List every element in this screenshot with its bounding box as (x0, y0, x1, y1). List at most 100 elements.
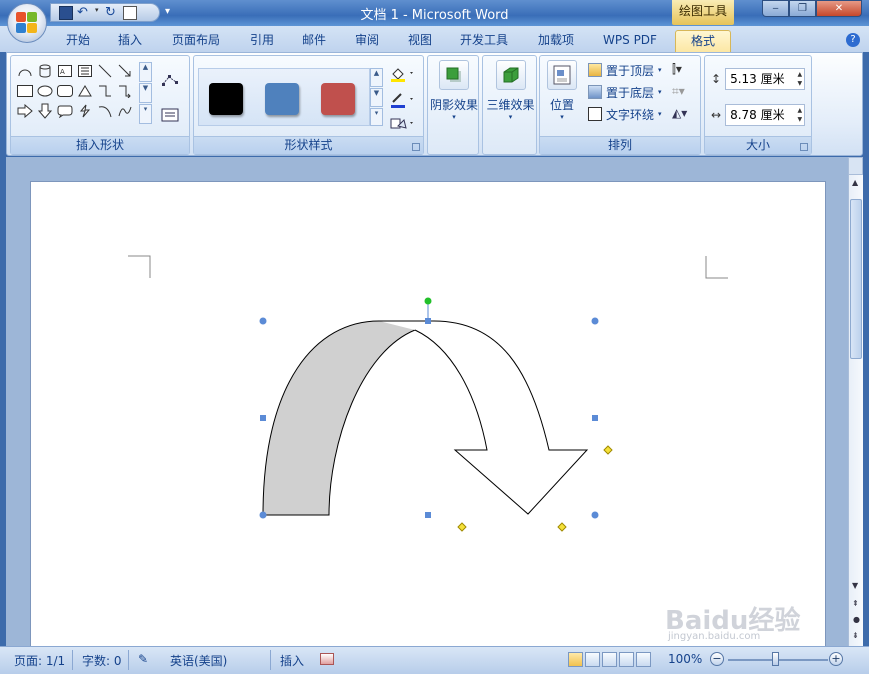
shape-height-input[interactable]: 5.13 厘米 ▲ ▼ (725, 68, 806, 90)
tab-mailings[interactable]: 邮件 (294, 30, 334, 52)
arc-shape-icon[interactable] (15, 61, 35, 81)
status-bar: 页面: 1/1 字数: 0 ✎ 英语(美国) 插入 100% − + (0, 646, 869, 674)
tab-review[interactable]: 审阅 (347, 30, 387, 52)
lightning-shape-icon[interactable] (75, 101, 95, 121)
shape-styles-launcher-icon[interactable] (412, 143, 420, 151)
text-wrap-button[interactable]: 文字环绕 ▾ (588, 104, 662, 124)
shapes-scroll-up[interactable]: ▲ (139, 62, 152, 82)
help-icon[interactable]: ? (846, 33, 860, 47)
bring-to-front-button[interactable]: 置于顶层 ▾ (588, 60, 662, 80)
tab-view[interactable]: 视图 (400, 30, 440, 52)
textbox-shape-icon[interactable]: A (55, 61, 75, 81)
status-page[interactable]: 页面: 1/1 (14, 652, 65, 669)
styles-more[interactable]: ▾ (370, 108, 383, 126)
callout-shape-icon[interactable] (55, 101, 75, 121)
cylinder-shape-icon[interactable] (35, 61, 55, 81)
status-word-count[interactable]: 字数: 0 (82, 652, 122, 669)
shape-width-input[interactable]: 8.78 厘米 ▲ ▼ (725, 104, 806, 126)
shapes-scroll-down[interactable]: ▼ (139, 83, 152, 103)
change-shape-icon[interactable] (390, 116, 416, 135)
web-layout-view-icon[interactable] (602, 652, 617, 667)
freeform-shape-icon[interactable] (115, 101, 135, 121)
shapes-more[interactable]: ▾ (139, 104, 152, 124)
close-button[interactable]: ✕ (816, 0, 862, 17)
full-screen-reading-view-icon[interactable] (585, 652, 600, 667)
shape-style-gallery[interactable] (198, 68, 370, 126)
prev-page-icon[interactable]: ⇞ (852, 599, 859, 608)
vertical-scroll-thumb[interactable] (850, 199, 862, 359)
scroll-down-arrow-icon[interactable]: ▼ (852, 581, 858, 590)
size-launcher-icon[interactable] (800, 143, 808, 151)
position-button[interactable]: 位置 ▾ (542, 60, 582, 121)
styles-scroll-up[interactable]: ▲ (370, 68, 383, 87)
draft-view-icon[interactable] (636, 652, 651, 667)
group-objects-icon[interactable]: ⌗▾ (672, 84, 685, 99)
triangle-shape-icon[interactable] (75, 81, 95, 101)
style-swatch-blue[interactable] (265, 83, 299, 115)
style-swatch-black[interactable] (209, 83, 243, 115)
tab-addins[interactable]: 加载项 (530, 30, 582, 52)
ruler-toggle-icon[interactable] (848, 157, 863, 175)
vertical-textbox-shape-icon[interactable] (75, 61, 95, 81)
arrow-line-shape-icon[interactable] (115, 61, 135, 81)
rotate-icon[interactable]: ◭▾ (672, 106, 687, 120)
proofing-icon[interactable]: ✎ (138, 652, 148, 666)
width-spin-arrows[interactable]: ▲ ▼ (797, 106, 802, 124)
tab-developer[interactable]: 开发工具 (452, 30, 516, 52)
shadow-effects-button[interactable]: 阴影效果 ▾ (428, 60, 480, 121)
vertical-scrollbar[interactable]: ▲ ▼ ⇞ ● ⇟ (848, 175, 863, 646)
position-icon (547, 60, 577, 90)
elbow-arrow-shape-icon[interactable] (115, 81, 135, 101)
send-to-back-label: 置于底层 (606, 85, 655, 100)
styles-scroll-down[interactable]: ▼ (370, 88, 383, 107)
height-spinner: ↕ 5.13 厘米 ▲ ▼ (711, 68, 806, 90)
align-icon[interactable]: ⫿▾ (672, 62, 682, 77)
minimize-button[interactable]: ‒ (762, 0, 789, 17)
office-button[interactable] (7, 3, 47, 43)
print-layout-view-icon[interactable] (568, 652, 583, 667)
zoom-level[interactable]: 100% (668, 652, 702, 666)
rounded-rectangle-shape-icon[interactable] (55, 81, 75, 101)
tab-format[interactable]: 格式 (675, 30, 731, 52)
scroll-up-arrow-icon[interactable]: ▲ (852, 178, 858, 187)
document-page[interactable] (30, 181, 826, 651)
draw-textbox-icon[interactable] (161, 108, 179, 125)
elbow-connector-shape-icon[interactable] (95, 81, 115, 101)
curved-down-arrow-shape[interactable] (262, 320, 589, 516)
zoom-out-icon[interactable]: − (710, 652, 724, 666)
status-insert-mode[interactable]: 插入 (280, 652, 304, 669)
curve-shape-icon[interactable] (95, 101, 115, 121)
tab-insert[interactable]: 插入 (110, 30, 150, 52)
handle-bottom-left (259, 511, 267, 519)
browse-object-icon[interactable]: ● (853, 615, 860, 624)
line-shape-icon[interactable] (95, 61, 115, 81)
tab-wps-pdf[interactable]: WPS PDF (594, 30, 666, 52)
tab-references[interactable]: 引用 (242, 30, 282, 52)
rectangle-shape-icon[interactable] (15, 81, 35, 101)
arrow-shaded-band (262, 320, 417, 516)
bring-to-front-label: 置于顶层 (606, 63, 655, 78)
handle-middle-right (592, 415, 598, 421)
group-insert-shapes: A ▲ ▼ ▾ 插入形状 (10, 55, 190, 155)
outline-view-icon[interactable] (619, 652, 634, 667)
restore-button[interactable]: ❐ (789, 0, 816, 17)
edit-shape-icon[interactable] (161, 74, 179, 91)
status-language[interactable]: 英语(美国) (170, 652, 227, 669)
height-spin-arrows[interactable]: ▲ ▼ (797, 70, 802, 88)
zoom-slider-thumb[interactable] (772, 652, 779, 666)
oval-shape-icon[interactable] (35, 81, 55, 101)
shape-fill-icon[interactable] (390, 66, 416, 85)
next-page-icon[interactable]: ⇟ (852, 631, 859, 640)
style-swatch-red[interactable] (321, 83, 355, 115)
3d-effects-button[interactable]: 三维效果 ▾ (483, 60, 538, 121)
shapes-gallery[interactable]: A (15, 61, 135, 123)
down-arrow-shape-icon[interactable] (35, 101, 55, 121)
tab-page-layout[interactable]: 页面布局 (164, 30, 228, 52)
macro-record-icon[interactable] (320, 653, 334, 665)
zoom-in-icon[interactable]: + (829, 652, 843, 666)
right-arrow-shape-icon[interactable] (15, 101, 35, 121)
send-to-back-button[interactable]: 置于底层 ▾ (588, 82, 662, 102)
shape-outline-icon[interactable] (390, 92, 416, 111)
tab-home[interactable]: 开始 (58, 30, 98, 52)
send-to-back-icon (588, 85, 602, 99)
